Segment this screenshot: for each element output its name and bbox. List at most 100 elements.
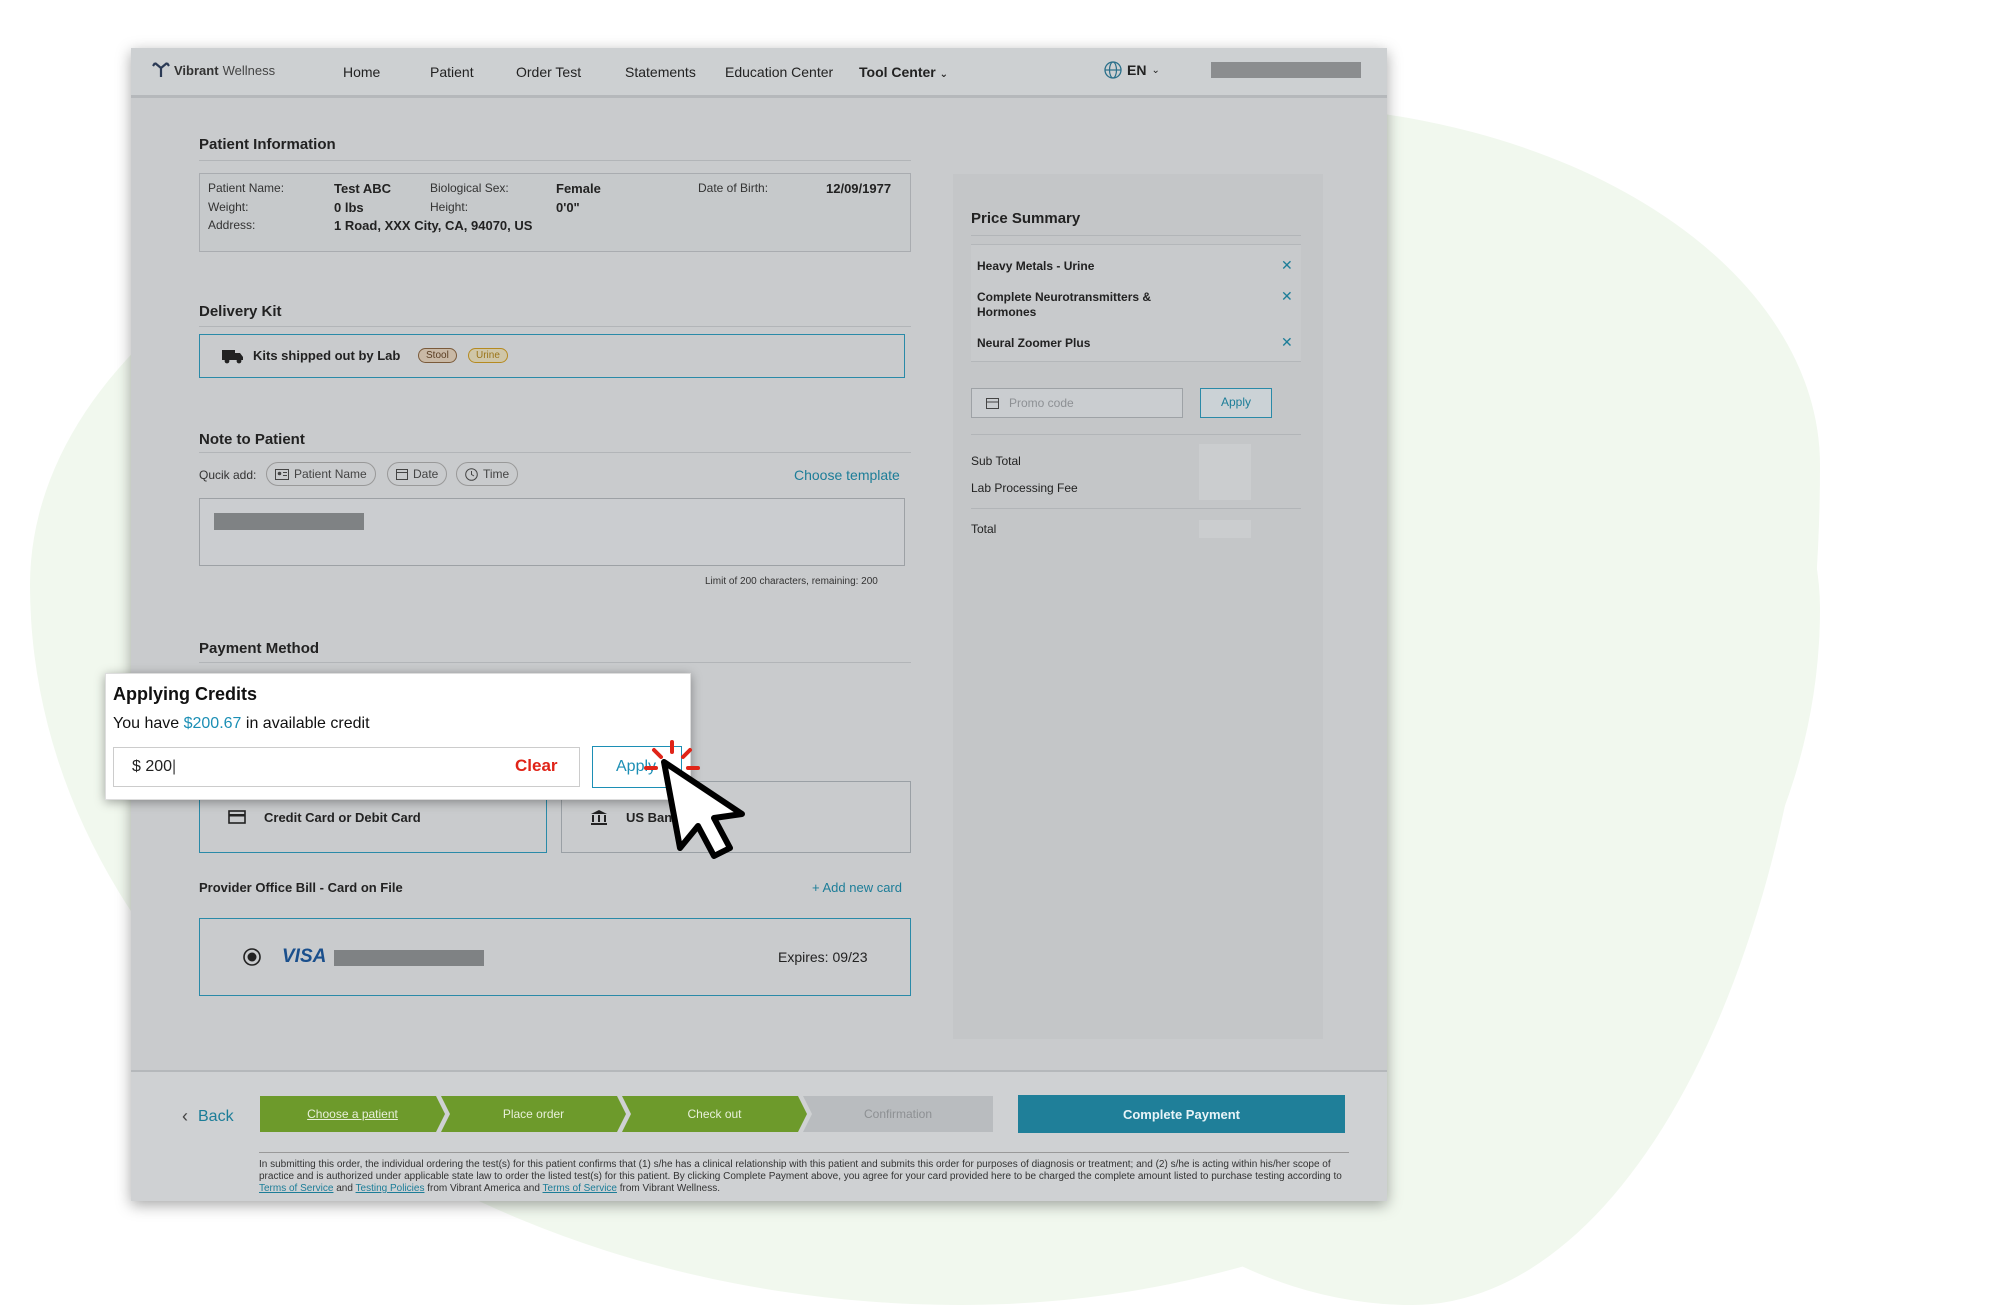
divider bbox=[971, 235, 1301, 236]
quick-add-date-label: Date bbox=[413, 467, 439, 481]
stool-badge: Stool bbox=[418, 348, 457, 363]
step-place-order[interactable]: Place order bbox=[441, 1096, 626, 1132]
note-title: Note to Patient bbox=[199, 431, 305, 448]
clear-button[interactable]: Clear bbox=[515, 756, 558, 776]
price-summary-title: Price Summary bbox=[971, 210, 1081, 227]
testing-policies-link[interactable]: Testing Policies bbox=[356, 1183, 425, 1194]
patient-name-label: Patient Name: bbox=[208, 181, 285, 195]
sex-label: Biological Sex: bbox=[430, 181, 509, 195]
divider bbox=[199, 160, 911, 161]
quick-add-patient-name-label: Patient Name bbox=[294, 467, 367, 481]
clock-icon bbox=[465, 467, 478, 481]
bank-icon bbox=[591, 809, 607, 825]
quick-add-time[interactable]: Time bbox=[456, 462, 519, 486]
applying-credits-popup: Applying Credits You have $200.67 in ava… bbox=[105, 673, 691, 800]
remove-icon[interactable]: ✕ bbox=[1281, 334, 1293, 351]
quick-add-date[interactable]: Date bbox=[387, 462, 448, 486]
apply-promo-button[interactable]: Apply bbox=[1200, 388, 1272, 418]
available-credit-text: You have $200.67 in available credit bbox=[113, 715, 370, 733]
footer-bar: ‹ Back Choose a patient Place order Chec… bbox=[131, 1070, 1387, 1201]
dob-label: Date of Birth: bbox=[698, 181, 769, 195]
language-selector[interactable]: EN ⌄ bbox=[1104, 61, 1160, 79]
logo-suffix: Wellness bbox=[222, 62, 276, 78]
promo-code-input[interactable]: Promo code bbox=[971, 388, 1183, 418]
sub-total-label: Sub Total bbox=[971, 454, 1021, 468]
remove-icon[interactable]: ✕ bbox=[1281, 288, 1293, 305]
step-choose-patient[interactable]: Choose a patient bbox=[260, 1096, 445, 1132]
nav-patient[interactable]: Patient bbox=[430, 64, 474, 80]
nav-statements[interactable]: Statements bbox=[625, 64, 696, 80]
user-account-redacted[interactable] bbox=[1211, 62, 1361, 78]
complete-payment-button[interactable]: Complete Payment bbox=[1018, 1095, 1345, 1133]
calendar-icon bbox=[396, 469, 408, 480]
nav-tool-center[interactable]: Tool Center ⌄ bbox=[859, 64, 948, 80]
delivery-kit-option[interactable]: Kits shipped out by Lab Stool Urine bbox=[199, 334, 905, 378]
sub-total-value-redacted bbox=[1199, 444, 1251, 500]
promo-code-placeholder: Promo code bbox=[1009, 396, 1074, 410]
card-number-redacted bbox=[334, 950, 484, 966]
disclaimer-and: and bbox=[336, 1183, 353, 1194]
back-label: Back bbox=[198, 1107, 234, 1125]
nav-tool-center-label: Tool Center bbox=[859, 64, 936, 80]
sex-value: Female bbox=[556, 181, 601, 196]
back-button[interactable]: ‹ Back bbox=[182, 1106, 234, 1127]
divider bbox=[971, 434, 1301, 435]
price-item: Heavy Metals - Urine bbox=[977, 259, 1095, 273]
patient-name-value: Test ABC bbox=[334, 181, 392, 196]
card-expiry: Expires: 09/23 bbox=[778, 949, 868, 965]
divider bbox=[971, 508, 1301, 509]
credit-amount: $200.67 bbox=[183, 715, 242, 732]
remove-icon[interactable]: ✕ bbox=[1281, 257, 1293, 274]
add-new-card-link[interactable]: + Add new card bbox=[812, 880, 902, 895]
globe-icon bbox=[1104, 61, 1122, 79]
patient-info-box: Patient Name: Test ABC Biological Sex: F… bbox=[199, 173, 911, 252]
height-value: 0'0" bbox=[556, 200, 580, 215]
mouse-pointer-icon bbox=[644, 740, 745, 859]
delivery-kit-title: Delivery Kit bbox=[199, 303, 282, 320]
step-confirmation: Confirmation bbox=[803, 1096, 993, 1132]
urine-badge: Urine bbox=[468, 348, 508, 363]
logo-brand: Vibrant bbox=[174, 62, 219, 78]
truck-icon bbox=[222, 350, 243, 364]
payment-method-title: Payment Method bbox=[199, 640, 320, 657]
visa-logo: VISA bbox=[282, 946, 327, 967]
divider bbox=[199, 452, 911, 453]
quick-add-time-label: Time bbox=[483, 467, 510, 481]
terms-of-service-link-2[interactable]: Terms of Service bbox=[543, 1183, 617, 1194]
terms-of-service-link[interactable]: Terms of Service bbox=[259, 1183, 333, 1194]
language-label: EN bbox=[1127, 62, 1147, 78]
nav-home[interactable]: Home bbox=[343, 64, 380, 80]
radio-selected-icon[interactable] bbox=[243, 948, 261, 966]
chevron-left-icon: ‹ bbox=[182, 1106, 188, 1126]
ticket-icon bbox=[986, 397, 999, 409]
choose-template-link[interactable]: Choose template bbox=[794, 467, 900, 483]
text-caret: | bbox=[172, 758, 177, 775]
nav-education-center[interactable]: Education Center bbox=[725, 64, 833, 80]
dob-value: 12/09/1977 bbox=[826, 181, 892, 196]
step-check-out[interactable]: Check out bbox=[622, 1096, 807, 1132]
credit-card-label: Credit Card or Debit Card bbox=[264, 809, 421, 825]
quick-add-patient-name[interactable]: Patient Name bbox=[266, 462, 376, 486]
disclaimer-from-wellness: from Vibrant Wellness. bbox=[619, 1183, 720, 1194]
credit-input-value: $ 200 bbox=[132, 758, 173, 775]
disclaimer-text: In submitting this order, the individual… bbox=[259, 1159, 1342, 1182]
credit-card-icon bbox=[228, 810, 246, 824]
popup-title: Applying Credits bbox=[113, 684, 258, 704]
credit-suffix: in available credit bbox=[245, 715, 370, 732]
top-navigation-bar: Vibrant Wellness Home Patient Order Test … bbox=[131, 48, 1387, 98]
note-text-redacted bbox=[214, 513, 364, 530]
disclaimer-from-america: from Vibrant America and bbox=[427, 1183, 540, 1194]
saved-card-option[interactable]: VISA Expires: 09/23 bbox=[199, 918, 911, 996]
price-summary-panel: Price Summary Heavy Metals - Urine ✕ Com… bbox=[953, 174, 1323, 1039]
nav-order-test[interactable]: Order Test bbox=[516, 64, 581, 80]
price-item: Complete Neurotransmitters & Hormones bbox=[977, 290, 1152, 319]
weight-label: Weight: bbox=[208, 200, 249, 214]
weight-value: 0 lbs bbox=[334, 200, 364, 215]
lab-fee-label: Lab Processing Fee bbox=[971, 481, 1078, 495]
note-textarea[interactable] bbox=[199, 498, 905, 566]
divider bbox=[199, 662, 911, 663]
patient-info-title: Patient Information bbox=[199, 136, 336, 153]
vibrant-wellness-logo[interactable]: Vibrant Wellness bbox=[152, 62, 275, 78]
credit-amount-input[interactable]: $ 200 | bbox=[113, 747, 580, 787]
character-limit-text: Limit of 200 characters, remaining: 200 bbox=[705, 576, 878, 587]
